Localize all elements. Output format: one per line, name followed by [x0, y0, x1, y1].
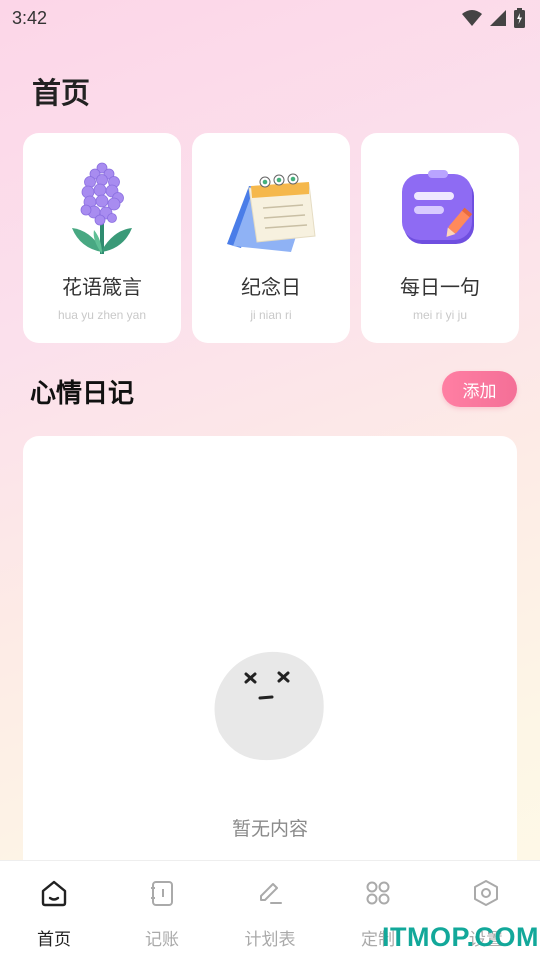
empty-face-icon [209, 646, 331, 768]
ledger-icon [146, 877, 178, 909]
empty-state-text: 暂无内容 [231, 818, 308, 840]
tab-label: 计划表 [244, 930, 296, 950]
home-icon [38, 877, 70, 909]
feature-card-anniversary[interactable]: 纪念日 ji nian ri [192, 133, 350, 343]
grid-apps-icon [362, 877, 394, 909]
notebook-pen-icon [385, 155, 495, 265]
status-time: 3:42 [12, 7, 48, 28]
page-title: 首页 [32, 76, 91, 110]
status-icons [461, 8, 526, 28]
tab-ledger[interactable]: 记账 [108, 861, 216, 960]
cell-signal-icon [490, 10, 506, 26]
feature-card-flower-quotes[interactable]: 花语箴言 hua yu zhen yan [23, 133, 181, 343]
desk-calendar-icon [216, 155, 326, 265]
site-watermark: ITMOP.COM [382, 922, 540, 952]
mood-diary-title: 心情日记 [30, 379, 135, 409]
diary-list-panel: 暂无内容 [23, 436, 517, 876]
feature-card-daily-quote[interactable]: 每日一句 mei ri yi ju [361, 133, 519, 343]
feature-subtitle: hua yu zhen yan [57, 308, 147, 322]
hexagon-settings-icon [470, 877, 502, 909]
feature-subtitle: ji nian ri [250, 308, 292, 322]
add-diary-button[interactable]: 添加 [442, 371, 517, 407]
feature-subtitle: mei ri yi ju [412, 308, 467, 322]
edit-pen-icon [254, 877, 286, 909]
feature-title: 每日一句 [400, 275, 480, 299]
tab-label: 记账 [145, 930, 179, 950]
hyacinth-flower-icon [47, 155, 157, 265]
tab-home[interactable]: 首页 [0, 861, 108, 960]
feature-card-row: 花语箴言 hua yu zhen yan 纪念日 ji nian ri 每日一句… [23, 133, 519, 343]
wifi-icon [462, 10, 482, 26]
battery-icon [514, 8, 525, 28]
status-bar: 3:42 [0, 0, 540, 36]
tab-label: 首页 [37, 930, 71, 950]
feature-title: 花语箴言 [62, 275, 142, 299]
tab-planner[interactable]: 计划表 [216, 861, 324, 960]
feature-title: 纪念日 [241, 275, 301, 299]
